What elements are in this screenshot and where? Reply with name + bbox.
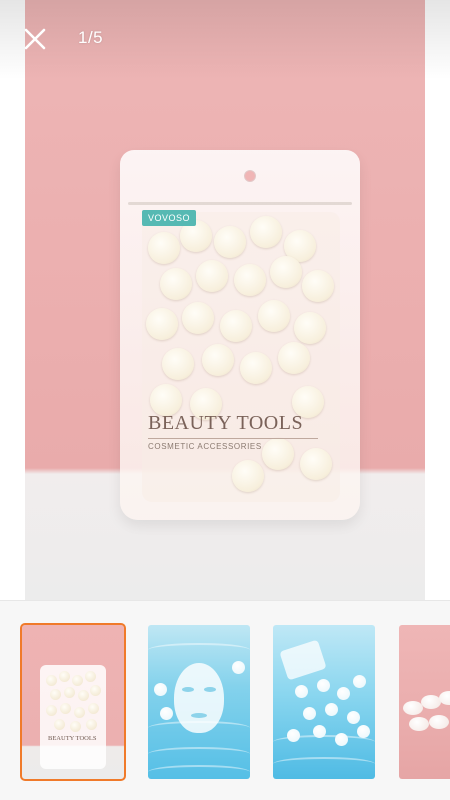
main-product-image: VOVOSO BEAUTY TOOLS COSMETIC ACCESSORIES (25, 0, 425, 600)
top-bar-shade (0, 0, 450, 80)
thumbnail-3[interactable] (273, 625, 375, 779)
product-pouch: VOVOSO BEAUTY TOOLS COSMETIC ACCESSORIES (120, 150, 360, 520)
thumbnail-product-title: BEAUTY TOOLS (48, 735, 97, 742)
thumbnail-1[interactable]: BEAUTY TOOLS (20, 623, 126, 781)
hang-hole (244, 170, 256, 182)
brand-logo: VOVOSO (142, 210, 197, 226)
product-title: BEAUTY TOOLS (148, 412, 304, 434)
product-label: BEAUTY TOOLS COSMETIC ACCESSORIES (148, 412, 328, 458)
product-subtitle: COSMETIC ACCESSORIES (148, 442, 262, 451)
zip-seal (128, 202, 352, 205)
thumbnail-2[interactable] (148, 625, 250, 779)
label-divider (148, 438, 318, 439)
tablet-window (142, 212, 340, 502)
thumbnail-pouch: BEAUTY TOOLS (40, 665, 106, 769)
close-button[interactable] (20, 24, 50, 54)
close-icon (24, 28, 46, 50)
thumbnail-pouch-corner (279, 639, 327, 681)
face-mask-image (174, 663, 224, 733)
thumbnail-strip[interactable]: BEAUTY TOOLS (0, 600, 450, 800)
image-counter: 1/5 (78, 28, 104, 47)
thumbnail-4[interactable] (399, 625, 450, 779)
image-viewer[interactable]: VOVOSO BEAUTY TOOLS COSMETIC ACCESSORIES… (0, 0, 450, 600)
